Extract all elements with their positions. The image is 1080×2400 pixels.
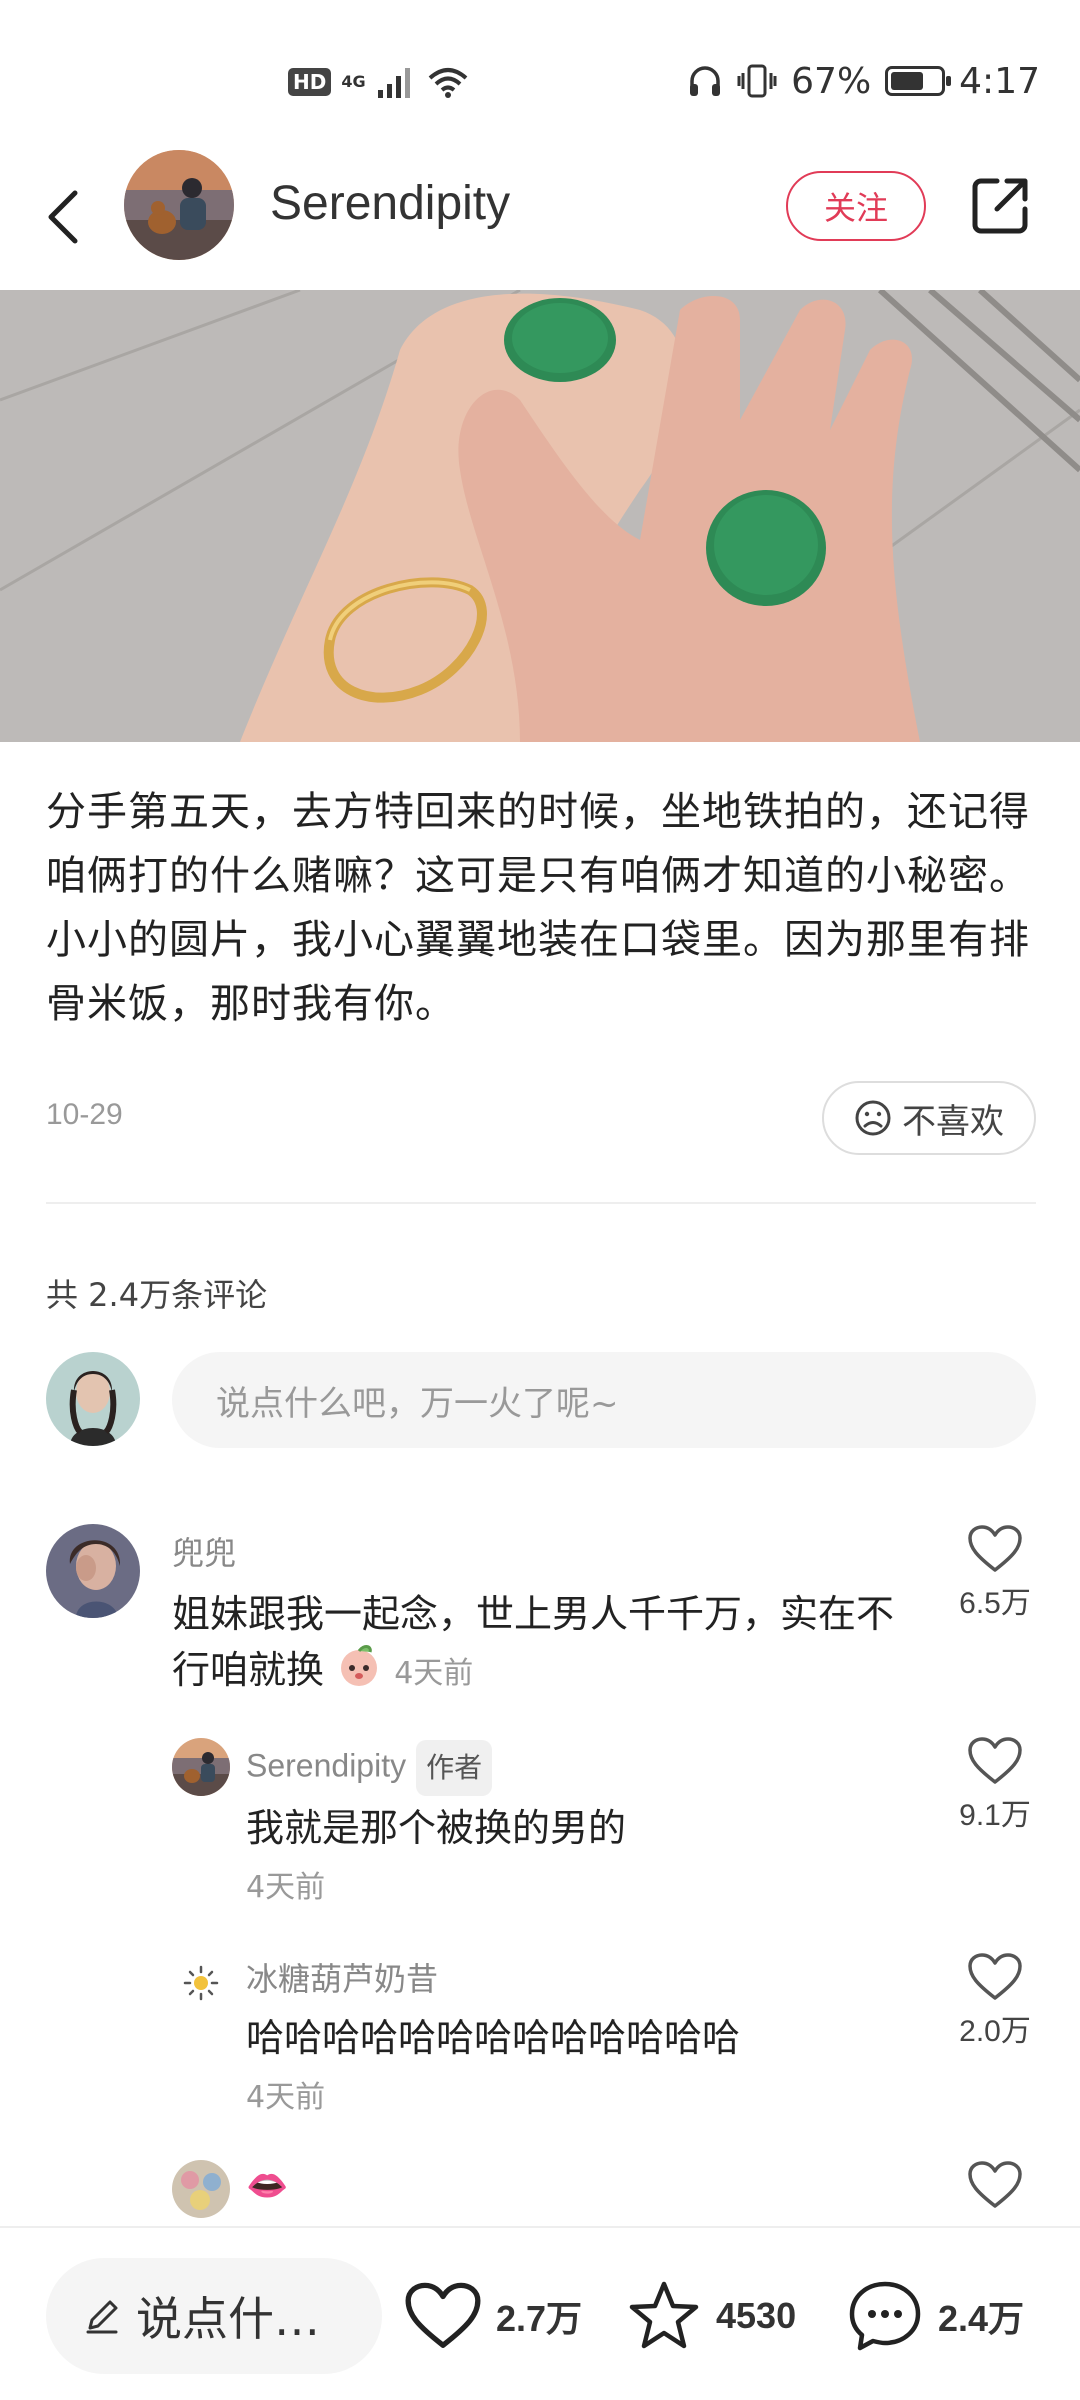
dislike-label: 不喜欢: [902, 1101, 1004, 1142]
peach-emoji-icon: [336, 1642, 382, 1703]
commenter-name[interactable]: 冰糖葫芦奶昔: [246, 1954, 438, 2000]
post-body: 分手第五天，去方特回来的时候，坐地铁拍的，还记得咱俩打的什么赌嘛？这可是只有咱俩…: [46, 789, 1030, 1027]
vibrate-icon: [737, 64, 777, 98]
author-tag: 作者: [416, 1740, 493, 1796]
author-name[interactable]: Serendipity: [270, 174, 510, 234]
favorite-button[interactable]: 4530: [626, 2268, 796, 2364]
battery-percent: 67%: [791, 60, 872, 102]
follow-button[interactable]: 关注: [786, 171, 926, 241]
commenter-name[interactable]: Serendipity 作者: [246, 1740, 493, 1796]
commenter-name-text: Serendipity: [246, 1747, 407, 1784]
comment-like-count: 2.0万: [959, 2015, 1031, 2048]
comment-text: 姐妹跟我一起念，世上男人千千万，实在不行咱就换 4天前: [172, 1586, 902, 1703]
like-button[interactable]: 2.7万: [404, 2268, 582, 2364]
commenter-avatar[interactable]: [172, 1738, 230, 1796]
comment-input[interactable]: 说点什么吧，万一火了呢~: [172, 1352, 1036, 1448]
status-right: 67% 4:17: [687, 56, 1040, 106]
comment-body: 哈哈哈哈哈哈哈哈哈哈哈哈哈: [246, 2016, 741, 2060]
like-count: 2.7万: [496, 2298, 583, 2339]
divider: [46, 1202, 1036, 1204]
hd-badge: HD: [288, 68, 332, 96]
comment-body: 我就是那个被换的男的: [246, 1806, 627, 1850]
back-button[interactable]: [28, 172, 98, 262]
comment-total-count: 2.4万: [938, 2298, 1025, 2339]
bottom-bar: 说点什… 2.7万 4530 2.4万: [0, 2226, 1080, 2400]
battery-fill: [891, 72, 924, 90]
status-left: HD 4G: [288, 58, 470, 106]
post-date: 10-29: [46, 1098, 123, 1131]
comment-like-count: 9.1万: [959, 1799, 1031, 1832]
commenter-name[interactable]: 兜兜: [172, 1528, 236, 1574]
heart-icon: [405, 2282, 481, 2348]
comment-like-button[interactable]: 6.5万: [950, 1524, 1040, 1622]
headphones-icon: [690, 66, 721, 96]
bottom-input-label: 说点什…: [136, 2292, 320, 2346]
star-icon: [629, 2281, 699, 2349]
heart-icon: [968, 1525, 1022, 1572]
comment-like-count: 6.5万: [959, 1587, 1031, 1620]
current-user-avatar: [46, 1352, 140, 1446]
comment-count: 共 2.4万条评论: [46, 1276, 268, 1314]
clock: 4:17: [959, 60, 1040, 102]
bottom-comment-input[interactable]: 说点什…: [46, 2258, 382, 2374]
network-type: 4G: [341, 72, 366, 91]
comment-body: 👄: [246, 2166, 289, 2206]
back-arrow-icon: [48, 190, 78, 244]
wifi-icon: [428, 68, 467, 98]
favorite-count: 4530: [716, 2295, 797, 2336]
comment-like-button[interactable]: [950, 2160, 1040, 2210]
comment-time: 4天前: [394, 1656, 474, 1691]
comment-bubble-icon: [849, 2281, 921, 2351]
signal-icon: [377, 68, 410, 98]
share-icon: [972, 178, 1028, 234]
dislike-button[interactable]: 不喜欢: [822, 1081, 1036, 1155]
commenter-avatar[interactable]: [172, 2160, 230, 2218]
heart-icon: [968, 2161, 1022, 2208]
comment-body: 姐妹跟我一起念，世上男人千千万，实在不行咱就换: [172, 1592, 895, 1692]
comment-like-button[interactable]: 9.1万: [950, 1736, 1040, 1834]
heart-icon: [968, 1737, 1022, 1784]
author-avatar[interactable]: [124, 150, 234, 260]
header: Serendipity 关注: [0, 150, 1080, 290]
pencil-icon: [86, 2300, 118, 2334]
comment-like-button[interactable]: 2.0万: [950, 1952, 1040, 2050]
commenter-avatar[interactable]: [46, 1524, 140, 1618]
comment-time: 4天前: [246, 2080, 326, 2115]
commenter-avatar[interactable]: [172, 1954, 230, 2012]
share-button[interactable]: [962, 168, 1038, 244]
frown-face-icon: [855, 1100, 891, 1136]
comment-time: 4天前: [246, 1870, 326, 1905]
post-image[interactable]: [0, 290, 1080, 742]
comment-button[interactable]: 2.4万: [846, 2268, 1024, 2364]
battery-icon: [885, 66, 952, 96]
status-bar: HD 4G 67% 4:17: [0, 0, 1080, 150]
heart-icon: [968, 1953, 1022, 2000]
